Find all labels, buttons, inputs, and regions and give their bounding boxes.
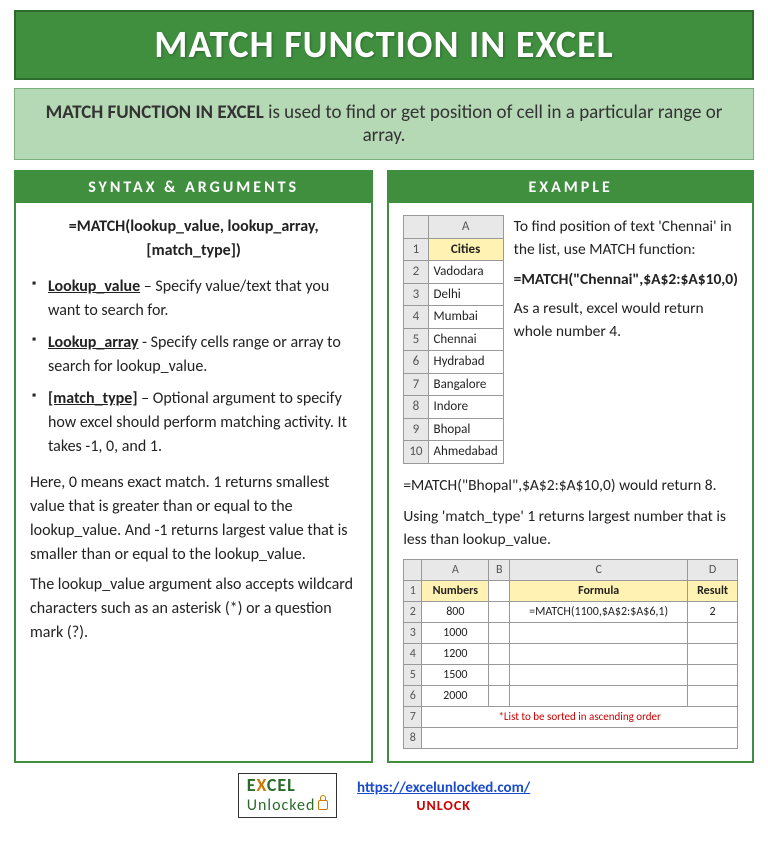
syntax-panel: SYNTAX & ARGUMENTS =MATCH(lookup_value, … [14, 170, 373, 763]
city-cell: Hydrabad [428, 351, 503, 374]
col-a-header: A [428, 216, 503, 239]
example-formula-1: =MATCH("Chennai",$A$2:$A$10,0) [514, 268, 738, 291]
city-cell: Ahmedabad [428, 441, 503, 464]
city-cell: Delhi [428, 283, 503, 306]
city-cell: Indore [428, 396, 503, 419]
example-para-2: =MATCH("Bhopal",$A$2:$A$10,0) would retu… [403, 474, 738, 497]
city-cell: Bangalore [428, 373, 503, 396]
lock-icon [318, 800, 328, 810]
arg-lookup-array: Lookup_array - Specify cells range or ar… [30, 331, 357, 379]
city-cell: Chennai [428, 328, 503, 351]
example-result-1: As a result, excel would return whole nu… [514, 297, 738, 344]
argument-list: Lookup_value – Specify value/text that y… [30, 275, 357, 459]
example-panel: EXAMPLE A 1Cities 2Vadodara 3Delhi 4Mumb… [387, 170, 754, 763]
description-bar: MATCH FUNCTION IN EXCEL is used to find … [14, 88, 754, 160]
sort-note: *List to be sorted in ascending order [422, 707, 738, 728]
arg-match-type: [match_type] – Optional argument to spec… [30, 387, 357, 459]
city-cell: Vadodara [428, 261, 503, 284]
example-para-3: Using 'match_type' 1 returns largest num… [403, 505, 738, 552]
syntax-explanation-2: The lookup_value argument also accepts w… [30, 573, 357, 645]
description-bold: MATCH FUNCTION IN EXCEL [46, 101, 264, 124]
numbers-table: A B C D 1 Numbers Formula Result [403, 559, 738, 749]
site-link[interactable]: https://excelunlocked.com/ [357, 779, 530, 797]
cities-table: A 1Cities 2Vadodara 3Delhi 4Mumbai 5Chen… [403, 215, 503, 464]
unlock-label: UNLOCK [357, 797, 530, 814]
syntax-formula: =MATCH(lookup_value, lookup_array, [matc… [30, 215, 357, 263]
example-intro: To find position of text 'Chennai' in th… [514, 215, 738, 262]
arg-lookup-value: Lookup_value – Specify value/text that y… [30, 275, 357, 323]
title-bar: MATCH FUNCTION IN EXCEL [14, 10, 754, 80]
example-heading: EXAMPLE [389, 172, 752, 203]
city-cell: Bhopal [428, 418, 503, 441]
excel-unlocked-logo: EXCEL Unlocked [238, 773, 337, 818]
description-text: is used to find or get position of cell … [264, 101, 723, 147]
syntax-heading: SYNTAX & ARGUMENTS [16, 172, 371, 203]
city-cell: Mumbai [428, 306, 503, 329]
page-title: MATCH FUNCTION IN EXCEL [26, 22, 742, 68]
syntax-explanation-1: Here, 0 means exact match. 1 returns sma… [30, 471, 357, 567]
footer: EXCEL Unlocked https://excelunlocked.com… [14, 773, 754, 826]
cities-header-cell: Cities [428, 238, 503, 261]
